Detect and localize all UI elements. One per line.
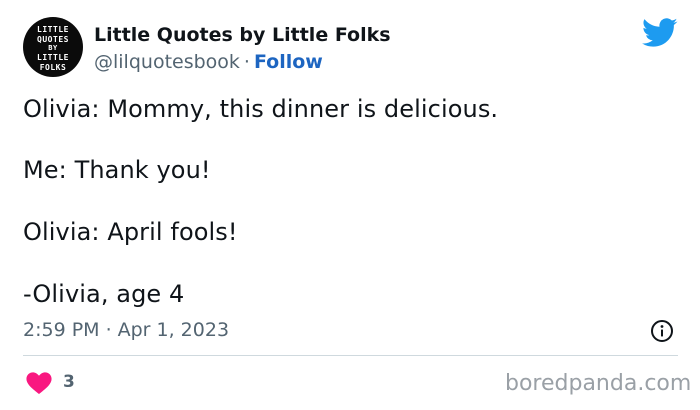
tweet-text-line: Olivia: April fools! [23,218,238,246]
avatar-logo-line: LITTLE [37,25,69,34]
watermark: boredpanda.com [505,371,692,396]
handle-separator: · [243,51,250,73]
like-count: 3 [63,372,75,392]
tweet-text-line: Olivia: Mommy, this dinner is delicious. [23,95,499,123]
avatar-logo-line: QUOTES [37,35,69,44]
twitter-bird-icon[interactable] [642,18,678,48]
tweet-timestamp[interactable]: 2:59 PM · Apr 1, 2023 [23,319,229,341]
author-handle[interactable]: @lilquotesbook [94,51,240,73]
timestamp-separator: · [105,319,112,341]
avatar-logo-line: FOLKS [39,63,67,72]
tweet-card: LITTLE QUOTES BY LITTLE FOLKS Little Quo… [0,0,700,410]
tweet-text-line: Me: Thank you! [23,156,211,184]
author-display-name[interactable]: Little Quotes by Little Folks [94,24,391,46]
tweet-text-line: -Olivia, age 4 [23,280,185,308]
tweet-date: Apr 1, 2023 [117,319,230,341]
avatar-logo: LITTLE QUOTES BY LITTLE FOLKS [23,17,83,77]
info-icon[interactable] [650,319,674,343]
divider [23,355,678,356]
avatar-logo-line: BY [48,44,58,52]
avatar-logo-line: LITTLE [37,53,69,62]
heart-icon[interactable] [26,372,52,394]
author-handle-row: @lilquotesbook · Follow [94,51,323,73]
avatar[interactable]: LITTLE QUOTES BY LITTLE FOLKS [23,17,83,77]
tweet-time: 2:59 PM [23,319,100,341]
follow-button[interactable]: Follow [254,51,323,73]
